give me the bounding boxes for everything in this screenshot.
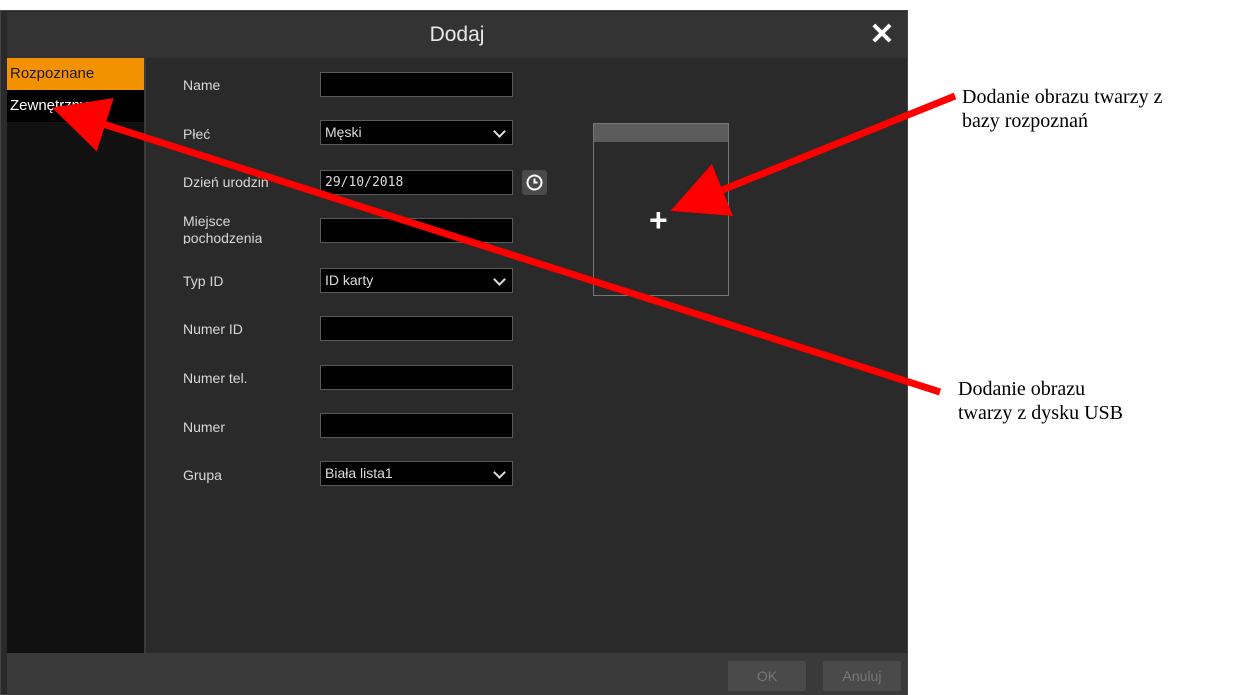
arrow-to-photo bbox=[670, 92, 957, 216]
annotation-top-line1: Dodanie obrazu twarzy z bbox=[962, 86, 1163, 108]
annotation-bottom-line1: Dodanie obrazu bbox=[958, 378, 1086, 400]
annotation-top-line2: bazy rozpoznań bbox=[962, 110, 1089, 132]
annotation-top: Dodanie obrazu twarzy z bazy rozpoznań bbox=[962, 85, 1162, 133]
annotation-bottom: Dodanie obrazu twarzy z dysku USB bbox=[958, 377, 1123, 425]
annotation-bottom-line2: twarzy z dysku USB bbox=[958, 402, 1123, 424]
